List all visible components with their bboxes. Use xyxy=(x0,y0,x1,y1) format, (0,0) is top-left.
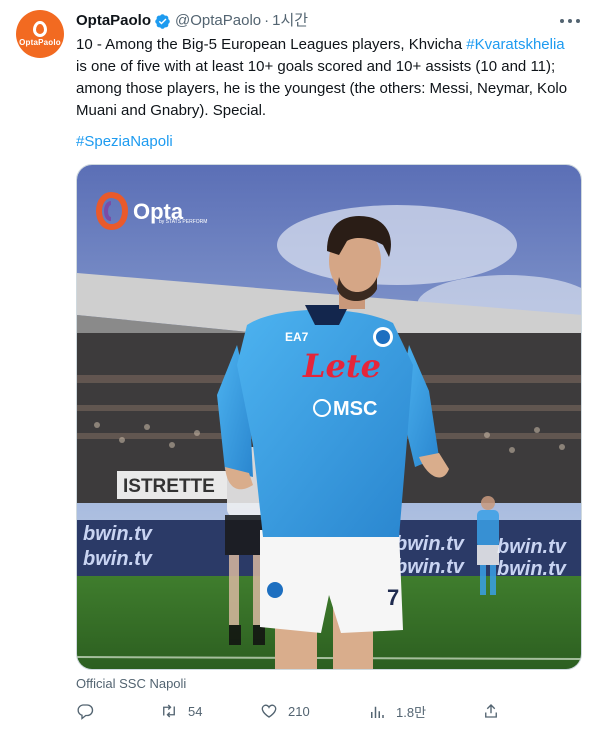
more-options-icon[interactable] xyxy=(560,12,580,30)
avatar-text: OptaPaolo xyxy=(19,38,61,47)
ad-board-text-4: bwin.tv xyxy=(395,556,466,578)
retweet-count: 54 xyxy=(188,703,203,719)
display-name[interactable]: OptaPaolo xyxy=(76,11,151,31)
hashtag-link-spezia-napoli[interactable]: #SpeziaNapoli xyxy=(76,131,173,153)
tweet-header: OptaPaolo @OptaPaolo · 1시간 xyxy=(76,11,308,31)
retweet-icon xyxy=(163,704,175,718)
share-icon xyxy=(485,704,497,718)
reply-button[interactable] xyxy=(76,702,104,720)
ad-board-text-2: bwin.tv xyxy=(83,548,154,570)
photo-caption[interactable]: Official SSC Napoli xyxy=(76,676,186,691)
verified-badge-icon xyxy=(155,13,170,29)
heart-icon xyxy=(261,704,277,718)
avatar[interactable]: OptaPaolo xyxy=(16,10,64,58)
ad-board-text-5: bwin.tv xyxy=(497,536,568,558)
analytics-icon xyxy=(371,706,384,718)
player-photo: ISTRETTE bwin.tv bwin.tv bwin.tv bwin.tv… xyxy=(77,165,581,669)
stand-sign-text: ISTRETTE xyxy=(123,476,215,497)
retweet-button[interactable]: 54 xyxy=(160,702,202,720)
tweet-text-part1: 10 - Among the Big-5 European Leagues pl… xyxy=(76,36,467,53)
jersey-brand: EA7 xyxy=(285,330,309,344)
views-button[interactable]: 1.8만 xyxy=(368,702,426,721)
like-button[interactable]: 210 xyxy=(260,702,310,720)
view-count: 1.8만 xyxy=(396,705,427,720)
hashtag-link[interactable]: #Kvaratskhelia xyxy=(466,36,564,53)
tweet-photo[interactable]: ISTRETTE bwin.tv bwin.tv bwin.tv bwin.tv… xyxy=(76,164,582,670)
reply-icon xyxy=(77,704,94,720)
tweet-text: 10 - Among the Big-5 European Leagues pl… xyxy=(76,34,582,122)
tweet-actions: 54 210 1.8만 xyxy=(76,702,506,724)
share-button[interactable] xyxy=(482,702,500,720)
like-count: 210 xyxy=(288,703,310,719)
jersey-sponsor: Lete xyxy=(302,347,381,385)
opta-logo-subtext: by STATS PERFORM xyxy=(159,219,207,225)
user-handle[interactable]: @OptaPaolo xyxy=(175,11,261,31)
ad-board-text-3: bwin.tv xyxy=(395,533,466,555)
timestamp[interactable]: 1시간 xyxy=(272,11,308,31)
tweet-text-part2: is one of five with at least 10+ goals s… xyxy=(76,58,568,119)
separator-dot: · xyxy=(264,12,270,29)
ad-board-text-1: bwin.tv xyxy=(83,523,154,545)
jersey-sponsor-2: MSC xyxy=(333,398,377,420)
shorts-number: 7 xyxy=(387,585,399,610)
opta-logo-icon xyxy=(33,21,47,37)
